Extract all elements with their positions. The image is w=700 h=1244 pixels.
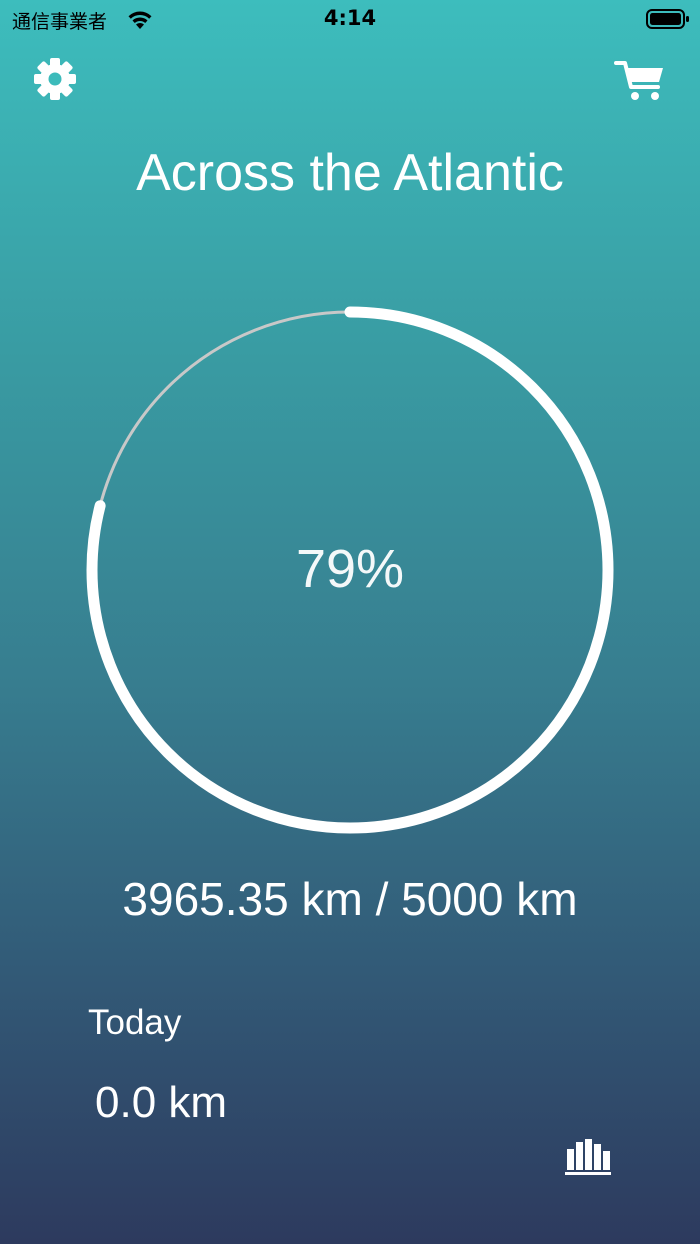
status-bar: 通信事業者 4:14 xyxy=(0,0,700,40)
clock: 4:14 xyxy=(323,6,377,30)
progress-percent: 79% xyxy=(295,539,405,599)
goal-title: Across the Atlantic xyxy=(136,144,564,202)
battery-icon xyxy=(646,9,689,29)
cart-icon[interactable] xyxy=(614,58,666,102)
today-distance: 0.0 km xyxy=(95,1078,228,1127)
today-label: Today xyxy=(88,1003,182,1042)
distance-label: 3965.35 km / 5000 km xyxy=(122,873,578,925)
gear-icon[interactable] xyxy=(33,57,77,101)
bar-chart-icon[interactable] xyxy=(564,1136,612,1176)
